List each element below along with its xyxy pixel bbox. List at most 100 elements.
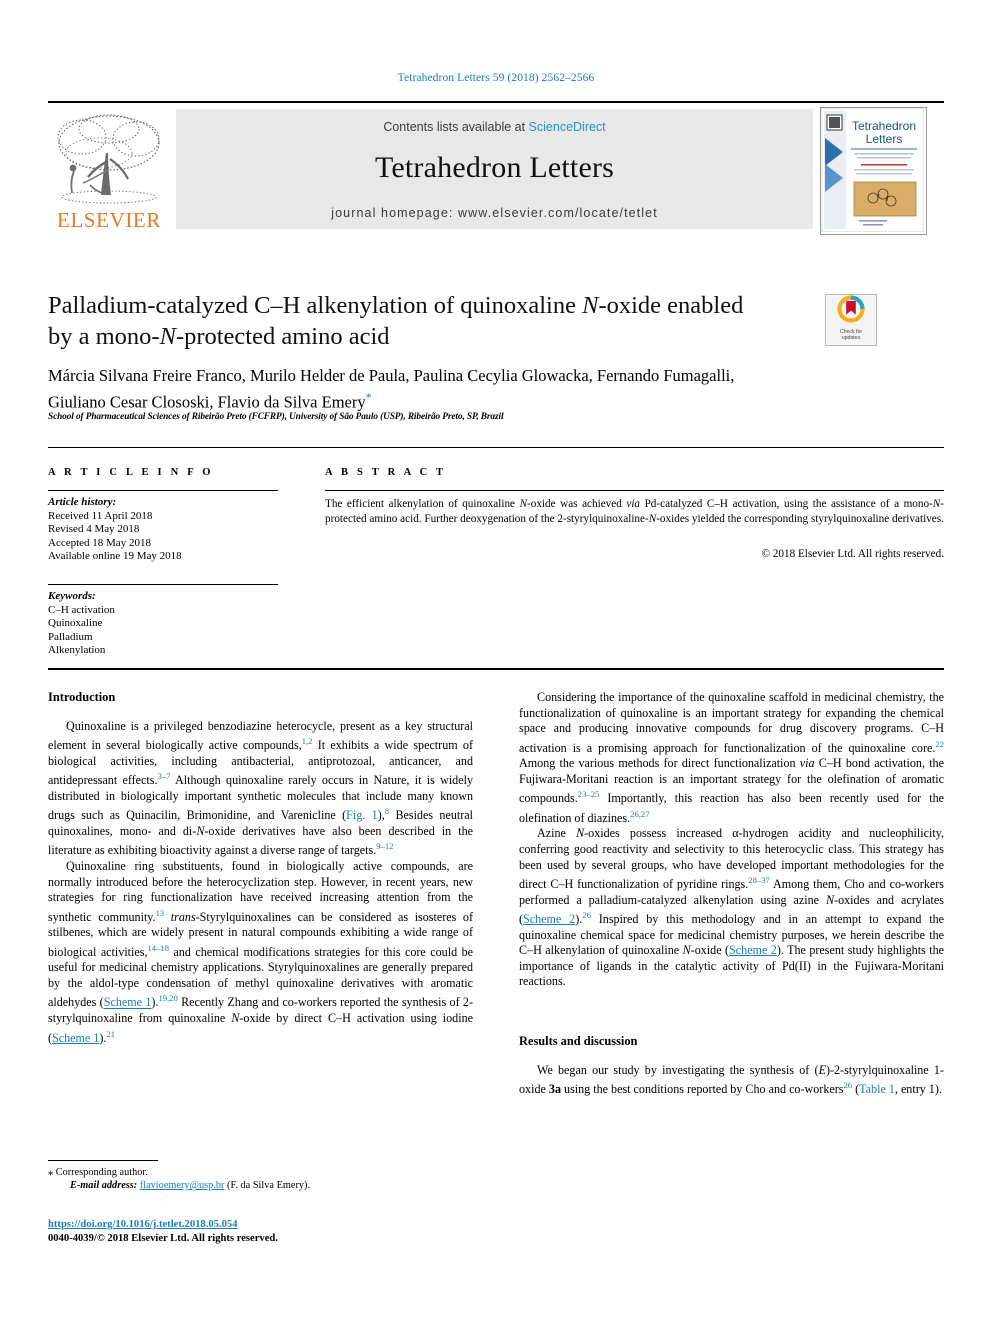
- keywords-label: Keywords:: [48, 590, 96, 602]
- right-column: Considering the importance of the quinox…: [519, 690, 944, 1098]
- cover-art-icon: Tetrahedron Letters: [821, 108, 925, 233]
- citation-ref[interactable]: 26: [582, 910, 591, 920]
- text-seg: Among the various methods for direct fun…: [519, 756, 800, 771]
- citation-ref[interactable]: 14–18: [148, 943, 169, 953]
- text-italic: via: [799, 756, 815, 771]
- footnote-marker: ⁎: [48, 1167, 54, 1178]
- abstract-seg: -oxide was achieved: [527, 498, 627, 510]
- history-revised: Revised 4 May 2018: [48, 523, 140, 536]
- affiliation: School of Pharmaceutical Sciences of Rib…: [48, 412, 504, 422]
- abstract-seg: Pd-catalyzed C–H activation, using the a…: [640, 498, 933, 510]
- svg-text:Letters: Letters: [866, 132, 903, 146]
- history-accepted: Accepted 18 May 2018: [48, 536, 151, 549]
- title-part-1: Palladium-catalyzed C–H alkenylation of …: [48, 292, 583, 319]
- keywords-list: Keywords: C–H activation Quinoxaline Pal…: [48, 590, 288, 658]
- journal-masthead: ELSEVIER Contents lists available at Sci…: [48, 101, 944, 235]
- elsevier-tree-icon: [57, 114, 160, 204]
- journal-homepage[interactable]: journal homepage: www.elsevier.com/locat…: [176, 206, 813, 220]
- abstract-copyright: © 2018 Elsevier Ltd. All rights reserved…: [761, 548, 945, 560]
- citation-ref[interactable]: 26: [843, 1080, 852, 1090]
- history-online: Available online 19 May 2018: [48, 550, 182, 563]
- scheme-link[interactable]: Scheme 1: [52, 1031, 99, 1045]
- text-seg: Azine: [537, 826, 577, 841]
- article-info-heading: A R T I C L E I N F O: [48, 467, 214, 478]
- citation-ref[interactable]: 23–25: [578, 789, 599, 799]
- citation-ref[interactable]: 21: [106, 1029, 115, 1039]
- article-history-label: Article history:: [48, 496, 117, 508]
- text-seg: -oxide (: [690, 943, 730, 958]
- text-italic: trans: [164, 909, 196, 924]
- text-seg: using the best conditions reported by Ch…: [561, 1082, 844, 1097]
- text-seg: We began our study by investigating the …: [537, 1062, 819, 1077]
- page-title: Palladium-catalyzed C–H alkenylation of …: [48, 290, 808, 352]
- citation-ref[interactable]: 22: [935, 739, 944, 749]
- crossmark-line-1: Check for: [839, 329, 863, 335]
- paragraph-intro-1: Quinoxaline is a privileged benzodiazine…: [48, 719, 473, 860]
- compound-label: 3a: [548, 1082, 561, 1097]
- journal-title: Tetrahedron Letters: [374, 151, 615, 184]
- abstract-italic: via: [626, 498, 641, 510]
- text-seg: , entry 1).: [894, 1082, 942, 1097]
- contents-prefix: Contents lists available at: [383, 120, 529, 134]
- keyword-item: C–H activation: [48, 603, 115, 616]
- footnote-rule: [48, 1160, 158, 1161]
- paragraph-right-2: Azine N-oxides possess increased α-hydro…: [519, 826, 944, 990]
- text-italic: N: [576, 826, 585, 841]
- info-divider: [48, 490, 278, 491]
- authors-line-1: Márcia Silvana Freire Franco, Murilo Hel…: [48, 366, 735, 385]
- keyword-item: Palladium: [48, 630, 93, 643]
- doi-block: https://doi.org/10.1016/j.tetlet.2018.05…: [48, 1218, 473, 1245]
- left-column: Introduction Quinoxaline is a privileged…: [48, 690, 473, 1046]
- paragraph-right-1: Considering the importance of the quinox…: [519, 690, 944, 826]
- title-part-2: -oxide enabled: [598, 292, 744, 319]
- figure-link[interactable]: Fig. 1: [346, 808, 378, 822]
- body-top-rule: [48, 668, 944, 670]
- abstract-seg: The efficient alkenylation of quinoxalin…: [325, 498, 520, 510]
- email-label: E-mail address:: [70, 1180, 138, 1192]
- sciencedirect-link[interactable]: ScienceDirect: [529, 120, 606, 134]
- elsevier-wordmark: ELSEVIER: [57, 208, 161, 232]
- elsevier-logo: ELSEVIER: [48, 107, 170, 233]
- crossmark-badge[interactable]: Check for updates: [825, 294, 877, 346]
- footnote-block: ⁎ Corresponding author. E-mail address: …: [48, 1166, 473, 1193]
- paper-page: Tetrahedron Letters 59 (2018) 2562–2566: [0, 0, 992, 1323]
- info-top-rule: [48, 447, 944, 448]
- crossmark-label: Check for updates: [826, 329, 876, 341]
- scheme-link[interactable]: Scheme 2: [729, 943, 777, 957]
- citation-ref[interactable]: 19,20: [158, 993, 177, 1003]
- title-part-4: -protected amino acid: [175, 323, 390, 350]
- citation-ref[interactable]: 3–7: [158, 771, 171, 781]
- keyword-item: Alkenylation: [48, 644, 106, 657]
- table-link[interactable]: Table 1: [859, 1082, 895, 1096]
- footnote-corresponding-author: Corresponding author.: [55, 1167, 148, 1178]
- title-italic-n-1: N: [582, 292, 599, 319]
- keywords-divider: [48, 584, 278, 585]
- section-heading-results: Results and discussion: [519, 1034, 638, 1048]
- text-italic: N: [682, 943, 691, 958]
- citation-ref[interactable]: 9–12: [376, 841, 393, 851]
- abstract-heading: A B S T R A C T: [325, 467, 447, 478]
- abstract-seg: -oxides yielded the corresponding styryl…: [656, 512, 944, 525]
- doi-link[interactable]: https://doi.org/10.1016/j.tetlet.2018.05…: [48, 1219, 238, 1230]
- abstract-divider: [325, 490, 944, 491]
- abstract-italic: N: [519, 498, 528, 510]
- citation-ref[interactable]: 1,2: [302, 736, 313, 746]
- citation-ref[interactable]: 13: [156, 908, 165, 918]
- text-seg: ),: [377, 808, 385, 823]
- authors-line-2: Giuliano Cesar Clososki, Flavio da Silva…: [48, 392, 366, 411]
- author-list: Márcia Silvana Freire Franco, Murilo Hel…: [48, 365, 938, 413]
- scheme-link[interactable]: Scheme 2: [523, 912, 575, 926]
- citation-ref[interactable]: 28–37: [748, 875, 769, 885]
- footnote-email-line: E-mail address: flavioemery@usp.br (F. d…: [48, 1179, 473, 1192]
- text-seg: Considering the importance of the quinox…: [519, 690, 944, 755]
- email-link[interactable]: flavioemery@usp.br: [140, 1180, 225, 1191]
- citation-ref[interactable]: 26,27: [630, 809, 649, 819]
- contents-list-line: Contents lists available at ScienceDirec…: [176, 120, 813, 134]
- scheme-link[interactable]: Scheme 1: [104, 996, 152, 1010]
- keyword-item: Quinoxaline: [48, 617, 103, 630]
- paragraph-right-3: We began our study by investigating the …: [519, 1063, 944, 1098]
- section-heading-introduction: Introduction: [48, 690, 116, 704]
- article-history: Article history: Received 11 April 2018 …: [48, 496, 288, 564]
- text-italic: E: [818, 1062, 826, 1077]
- crossmark-line-2: updates: [841, 335, 861, 342]
